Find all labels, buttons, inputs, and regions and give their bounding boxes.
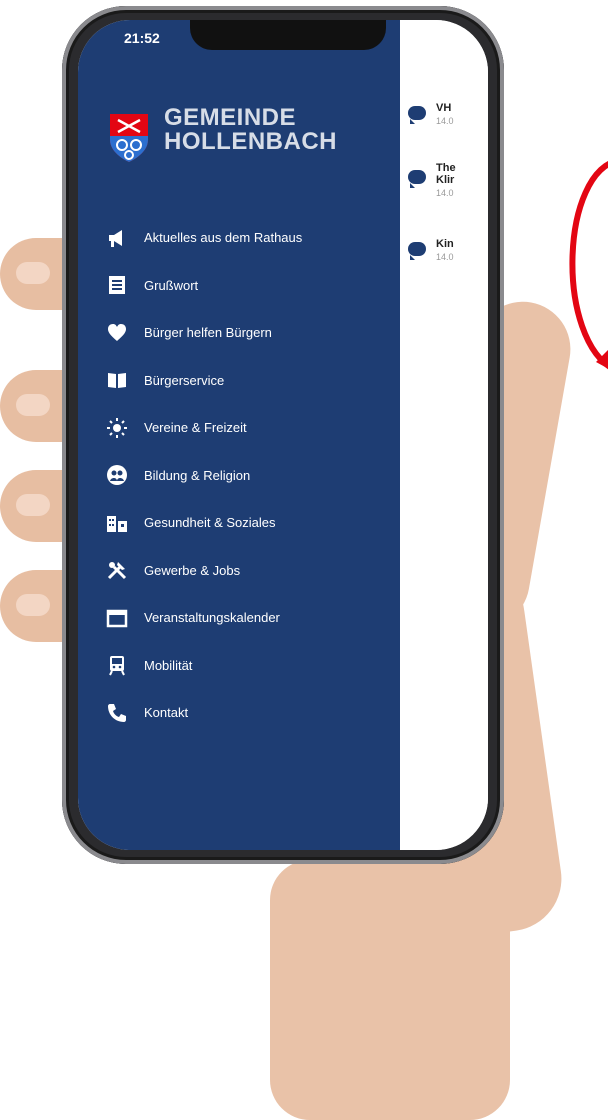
menu-item-veranstaltungskalender[interactable]: Veranstaltungskalender [106,594,398,642]
phone-screen: 21:52 GEMEINDE HOLLENBACH Aktuelles aus … [78,20,488,850]
menu-item-buergerservice[interactable]: Bürgerservice [106,357,398,405]
menu-item-label: Kontakt [144,705,189,721]
fingernail [16,262,50,284]
menu-item-label: Aktuelles aus dem Rathaus [144,230,303,246]
swipe-arrow-icon [569,161,608,369]
navigation-drawer: 21:52 GEMEINDE HOLLENBACH Aktuelles aus … [78,20,400,850]
heart-icon [108,323,126,341]
item-title-line2: Klir [436,174,455,186]
phone-notch [190,20,386,50]
menu-item-label: Gewerbe & Jobs [144,562,241,578]
fingernail [16,494,50,516]
hamburger-menu-icon[interactable] [424,72,444,86]
train-icon [109,656,125,676]
menu-item-label: Grußwort [144,277,199,293]
phone-frame: 21:52 GEMEINDE HOLLENBACH Aktuelles aus … [62,6,504,864]
menu-item-label: Bürger helfen Bürgern [144,325,272,341]
megaphone-icon [109,229,122,247]
menu-item-label: Mobilität [144,657,193,673]
menu-item-bildung[interactable]: Bildung & Religion [106,452,398,500]
chat-bubble-icon [408,170,426,188]
buildings-icon [107,515,127,532]
item-title: VH [436,102,452,114]
menu-item-gewerbe[interactable]: Gewerbe & Jobs [106,547,398,595]
menu-item-mobilitaet[interactable]: Mobilität [106,642,398,690]
chat-bubble-icon [408,106,426,124]
fingernail [16,594,50,616]
book-icon [108,373,126,389]
fingernail [16,394,50,416]
menu-item-kontakt[interactable]: Kontakt [106,689,398,737]
news-list: VH 14.0 The Klir 14.0 Kin 14.0 [400,20,488,850]
battery-icon [440,34,462,45]
main-menu: Aktuelles aus dem Rathaus Grußwort Bürge… [106,214,398,737]
menu-item-aktuelles[interactable]: Aktuelles aus dem Rathaus [106,214,398,262]
status-time: 21:52 [124,30,160,46]
item-title: The [436,162,456,174]
chat-bubble-icon [408,242,426,260]
tools-icon [107,562,127,580]
menu-item-label: Gesundheit & Soziales [144,515,276,531]
menu-item-grusswort[interactable]: Grußwort [106,262,398,310]
menu-item-label: Veranstaltungskalender [144,610,280,626]
calendar-icon [106,609,128,627]
coat-of-arms-logo [110,114,148,162]
phone-icon [108,703,126,722]
item-date: 14.0 [436,188,454,198]
sun-icon [107,417,127,438]
menu-item-buerger-helfen[interactable]: Bürger helfen Bürgern [106,309,398,357]
app-title: GEMEINDE HOLLENBACH [164,106,337,154]
item-date: 14.0 [436,252,454,262]
menu-item-label: Vereine & Freizeit [144,420,247,436]
app-title-line2: HOLLENBACH [164,128,337,155]
menu-item-gesundheit[interactable]: Gesundheit & Soziales [106,499,398,547]
item-title: Kin [436,238,454,250]
app-title-line1: GEMEINDE [164,104,297,131]
item-date: 14.0 [436,116,454,126]
menu-item-label: Bildung & Religion [144,467,251,483]
menu-item-label: Bürgerservice [144,372,225,388]
menu-item-vereine[interactable]: Vereine & Freizeit [106,404,398,452]
people-icon [107,465,127,486]
document-icon [109,276,125,295]
